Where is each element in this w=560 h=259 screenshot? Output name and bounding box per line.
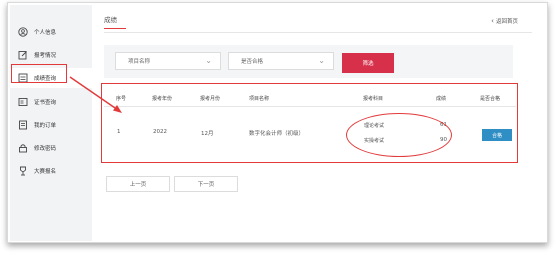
page-title: 成绩 xyxy=(104,16,117,24)
sidebar-item-label: 报考情况 xyxy=(34,53,57,59)
user-icon xyxy=(18,27,28,37)
back-home-link[interactable]: ‹ 返回首页 xyxy=(491,17,518,25)
sidebar-item-label: 大赛报名 xyxy=(34,169,57,175)
project-select-value: 项目名称 xyxy=(128,59,151,65)
pass-select-value: 是否合格 xyxy=(241,59,264,65)
back-home-label: 返回首页 xyxy=(495,19,518,25)
cell-index: 1 xyxy=(117,129,121,135)
column-header-subject: 报考科目 xyxy=(363,96,384,102)
column-header-score: 成绩 xyxy=(436,96,447,102)
sidebar-highlight-box xyxy=(11,64,67,83)
next-page-button[interactable]: 下一页 xyxy=(174,176,238,192)
sidebar-item-label: 修改密码 xyxy=(34,146,57,152)
sidebar: 个人信息 报考情况 成绩查询 证书查询 我的订单 修改密码 大赛报名 xyxy=(10,5,92,241)
project-select[interactable]: 项目名称 ⌄ xyxy=(115,52,221,70)
certificate-icon xyxy=(18,97,28,107)
cell-month: 12月 xyxy=(201,131,214,137)
sidebar-item-label: 个人信息 xyxy=(34,30,57,36)
sidebar-item-certificate[interactable]: 证书查询 xyxy=(10,92,92,112)
lock-icon xyxy=(18,143,28,153)
column-header-project: 项目名称 xyxy=(249,96,270,102)
trophy-icon xyxy=(18,166,28,176)
sidebar-item-profile[interactable]: 个人信息 xyxy=(10,22,92,42)
pass-select[interactable]: 是否合格 ⌄ xyxy=(228,52,334,70)
score-highlight-ellipse xyxy=(346,113,452,157)
sidebar-item-contest-signup[interactable]: 大赛报名 xyxy=(10,161,92,181)
column-header-index: 序号 xyxy=(116,96,127,102)
table-header-divider xyxy=(104,106,516,107)
main-content: 成绩 ‹ 返回首页 项目名称 ⌄ 是否合格 ⌄ 筛选 序号 报考年份 报考月份 项… xyxy=(92,5,546,241)
filter-button[interactable]: 筛选 xyxy=(342,53,394,73)
pass-status-badge[interactable]: 合格 xyxy=(482,129,512,141)
divider xyxy=(104,32,532,33)
sidebar-item-orders[interactable]: 我的订单 xyxy=(10,115,92,135)
column-header-pass: 是否合格 xyxy=(480,96,501,102)
column-header-month: 报考月份 xyxy=(200,96,221,102)
edit-icon xyxy=(18,50,28,60)
cell-year: 2022 xyxy=(153,129,167,135)
title-underline xyxy=(104,28,126,29)
sidebar-item-change-password[interactable]: 修改密码 xyxy=(10,138,92,158)
cell-project: 数字化会计师（初级） xyxy=(249,131,305,137)
chevron-down-icon: ⌄ xyxy=(318,56,325,65)
chevron-left-icon: ‹ xyxy=(491,17,494,25)
sidebar-item-registration[interactable]: 报考情况 xyxy=(10,45,92,65)
sidebar-item-label: 我的订单 xyxy=(34,123,57,129)
order-icon xyxy=(18,120,28,130)
chevron-down-icon: ⌄ xyxy=(205,56,212,65)
column-header-year: 报考年份 xyxy=(152,96,173,102)
prev-page-button[interactable]: 上一页 xyxy=(106,176,170,192)
sidebar-item-label: 证书查询 xyxy=(34,100,57,106)
